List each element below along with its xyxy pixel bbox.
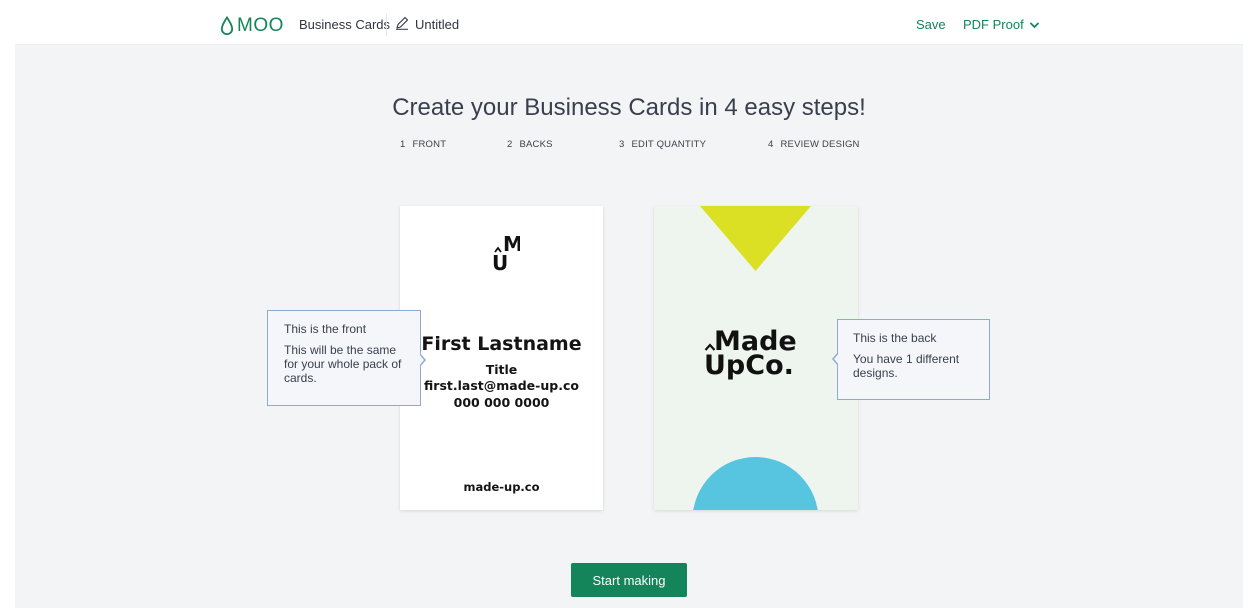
caret-mark: [704, 343, 716, 351]
card-email: first.last@made-up.co: [424, 378, 579, 393]
back-tooltip: This is the back You have 1 different de…: [837, 319, 990, 400]
save-button[interactable]: Save: [916, 17, 946, 32]
page-heading: Create your Business Cards in 4 easy ste…: [392, 94, 866, 121]
front-tooltip-title: This is the front: [284, 322, 367, 336]
back-tooltip-title: This is the back: [853, 331, 937, 345]
back-card-preview[interactable]: Made UpCo.: [654, 206, 858, 510]
card-phone: 000 000 0000: [453, 395, 550, 410]
step-number: 1: [400, 139, 406, 150]
yellow-triangle: [700, 206, 811, 271]
back-logo-line2: UpCo.: [704, 350, 794, 381]
pdf-proof-dropdown[interactable]: PDF Proof: [963, 17, 1040, 32]
chevron-down-icon: [1029, 21, 1039, 28]
card-name: First Lastname: [421, 333, 582, 355]
front-card-preview[interactable]: U M First Lastname Title first.last@made…: [400, 206, 603, 510]
moo-logo[interactable]: MOO: [220, 14, 284, 38]
back-tooltip-body-line1: You have 1 different: [853, 352, 960, 366]
droplet-icon: [220, 16, 234, 36]
step-number: 2: [507, 139, 513, 150]
step-label: FRONT: [412, 139, 447, 150]
pdf-proof-label: PDF Proof: [963, 17, 1024, 32]
start-making-button[interactable]: Start making: [571, 563, 687, 597]
step-front: 1 FRONT: [400, 139, 446, 150]
step-number: 4: [768, 139, 774, 150]
step-backs: 2 BACKS: [507, 139, 553, 150]
front-tooltip-arrow: [419, 353, 426, 367]
top-navigation-bar: MOO Business Cards Untitled Save PDF Pro…: [15, 8, 1243, 45]
step-edit-quantity: 3 EDIT QUANTITY: [619, 139, 706, 150]
um-logo: U M: [492, 232, 520, 272]
pencil-icon[interactable]: [395, 16, 409, 30]
step-label: EDIT QUANTITY: [631, 139, 707, 150]
document-title[interactable]: Untitled: [415, 17, 459, 32]
step-label: REVIEW DESIGN: [780, 139, 860, 150]
step-number: 3: [619, 139, 625, 150]
front-tooltip-body: This will be the same for your whole pac…: [284, 343, 402, 385]
um-logo-m: M: [503, 232, 520, 256]
step-review-design: 4 REVIEW DESIGN: [768, 139, 860, 150]
editor-page: MOO Business Cards Untitled Save PDF Pro…: [15, 8, 1243, 608]
blue-semicircle: [693, 457, 818, 510]
logo-text: MOO: [237, 15, 284, 36]
card-website: made-up.co: [463, 480, 540, 494]
front-tooltip: This is the front This will be the same …: [267, 310, 421, 406]
divider: [386, 14, 387, 36]
product-name: Business Cards: [299, 17, 391, 32]
back-tooltip-arrow: [832, 352, 839, 366]
back-tooltip-body-line2: designs.: [853, 366, 898, 380]
step-label: BACKS: [519, 139, 553, 150]
card-title: Title: [485, 362, 518, 377]
